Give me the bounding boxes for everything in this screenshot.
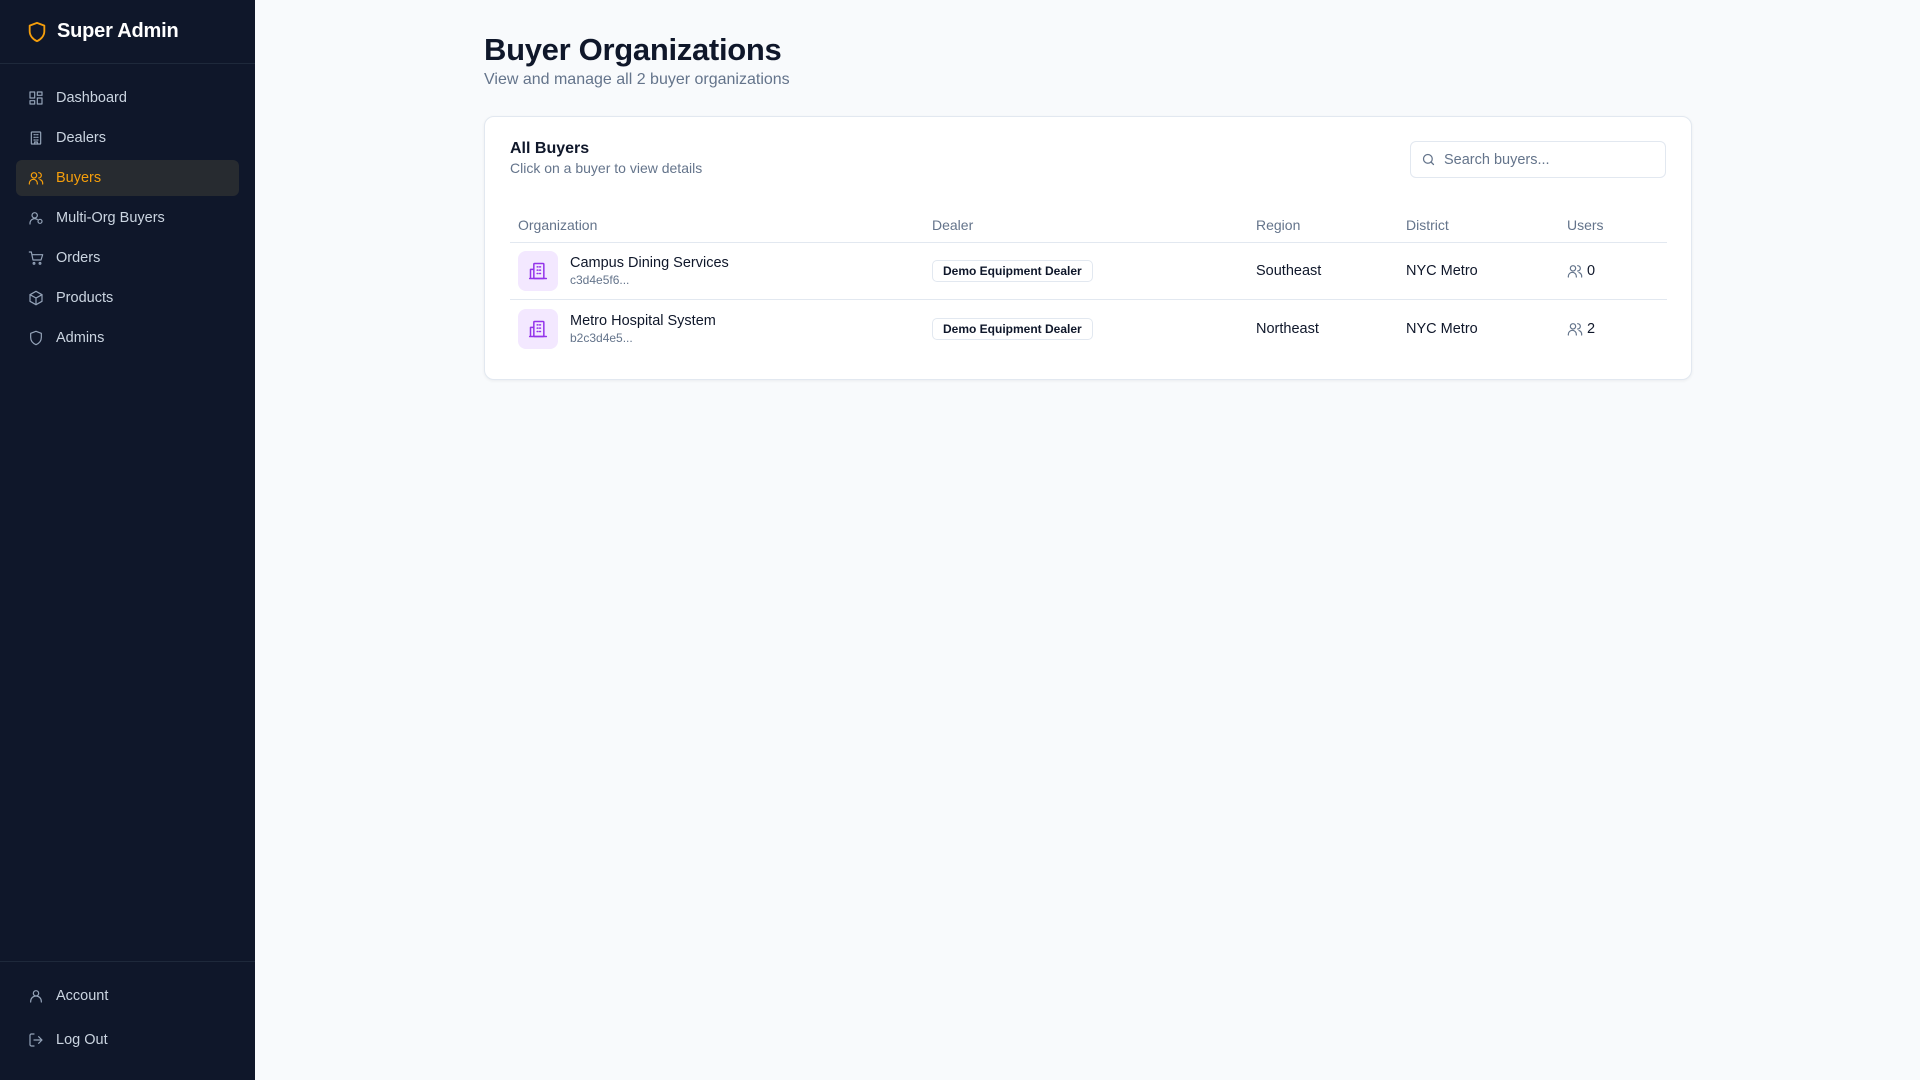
sidebar-item-label: Buyers	[56, 170, 102, 186]
column-header-organization[interactable]: Organization	[510, 217, 932, 233]
logout-icon	[29, 1033, 43, 1047]
column-header-district[interactable]: District	[1406, 217, 1567, 233]
building-icon	[528, 262, 548, 280]
building-icon	[30, 131, 42, 145]
sidebar-item-account[interactable]: Account	[16, 976, 239, 1016]
page-title: Buyer Organizations	[484, 32, 782, 67]
package-icon	[29, 290, 43, 306]
organization-cell: Metro Hospital System b2c3d4e5...	[510, 308, 932, 349]
organization-name: Metro Hospital System	[570, 312, 716, 329]
sidebar-item-logout[interactable]: Log Out	[16, 1020, 239, 1060]
page-subtitle: View and manage all 2 buyer organization…	[484, 71, 790, 88]
shield-icon	[28, 21, 46, 42]
users-count: 0	[1587, 263, 1596, 279]
brand-title: Super Admin	[57, 20, 179, 42]
sidebar-item-label: Orders	[56, 250, 101, 266]
card-subtitle: Click on a buyer to view details	[510, 160, 703, 176]
sidebar-item-dealers[interactable]: Dealers	[16, 120, 239, 156]
column-header-region[interactable]: Region	[1256, 217, 1406, 233]
users-cell: 0	[1567, 263, 1667, 279]
shield-icon	[30, 330, 42, 346]
sidebar-item-products[interactable]: Products	[16, 280, 239, 316]
table-row[interactable]: Campus Dining Services c3d4e5f6... Demo …	[510, 243, 1667, 300]
users-count: 2	[1587, 320, 1596, 337]
user-icon	[30, 990, 42, 1003]
sidebar-item-label: Log Out	[56, 1032, 108, 1048]
region-cell: Southeast	[1256, 263, 1322, 279]
sidebar: Super Admin Dashboard Dealers Buyers Mul…	[0, 0, 255, 1080]
buyers-card: All Buyers Click on a buyer to view deta…	[484, 116, 1692, 380]
column-header-dealer[interactable]: Dealer	[932, 217, 1256, 233]
sidebar-nav: Dashboard Dealers Buyers Multi-Org Buyer…	[0, 64, 255, 961]
search-box	[1410, 141, 1666, 178]
sidebar-item-admins[interactable]: Admins	[16, 320, 239, 356]
sidebar-item-orders[interactable]: Orders	[16, 240, 239, 276]
sidebar-item-label: Admins	[56, 330, 105, 346]
sidebar-item-label: Dealers	[56, 130, 106, 146]
dashboard-icon	[29, 91, 43, 105]
users-icon	[28, 172, 44, 185]
brand: Super Admin	[0, 0, 255, 64]
search-input[interactable]	[1444, 151, 1654, 168]
sidebar-item-buyers[interactable]: Buyers	[16, 160, 239, 196]
dealer-cell: Demo Equipment Dealer	[932, 260, 1256, 282]
organization-name: Campus Dining Services	[570, 255, 729, 271]
cart-icon	[28, 251, 44, 265]
dealer-badge: Demo Equipment Dealer	[932, 260, 1093, 282]
users-cell: 2	[1567, 321, 1667, 337]
table-row[interactable]: Metro Hospital System b2c3d4e5... Demo E…	[510, 300, 1667, 357]
dealer-badge: Demo Equipment Dealer	[932, 317, 1093, 340]
organization-avatar	[518, 308, 558, 349]
sidebar-item-multi-org-buyers[interactable]: Multi-Org Buyers	[16, 200, 239, 236]
column-header-users[interactable]: Users	[1567, 217, 1667, 233]
organization-cell: Campus Dining Services c3d4e5f6...	[510, 251, 932, 291]
search-icon	[1422, 153, 1435, 166]
buyers-table: Organization Dealer Region District User…	[510, 207, 1667, 357]
sidebar-item-label: Account	[56, 988, 109, 1004]
building-icon	[528, 320, 548, 337]
organization-id: b2c3d4e5...	[570, 330, 633, 345]
table-header: Organization Dealer Region District User…	[510, 207, 1667, 243]
sidebar-item-dashboard[interactable]: Dashboard	[16, 80, 239, 116]
region-cell: Northeast	[1256, 320, 1319, 337]
card-title: All Buyers	[510, 140, 590, 157]
organization-id: c3d4e5f6...	[570, 273, 630, 287]
sidebar-item-label: Products	[56, 290, 114, 306]
users-icon	[1567, 265, 1583, 278]
users-icon	[1567, 322, 1583, 336]
dealer-cell: Demo Equipment Dealer	[932, 317, 1256, 340]
user-multi-icon	[29, 212, 43, 225]
sidebar-footer: Account Log Out	[0, 961, 255, 1080]
district-cell: NYC Metro	[1406, 263, 1478, 279]
district-cell: NYC Metro	[1406, 320, 1478, 337]
sidebar-item-label: Dashboard	[56, 90, 127, 106]
organization-avatar	[518, 251, 558, 291]
sidebar-item-label: Multi-Org Buyers	[56, 210, 165, 226]
